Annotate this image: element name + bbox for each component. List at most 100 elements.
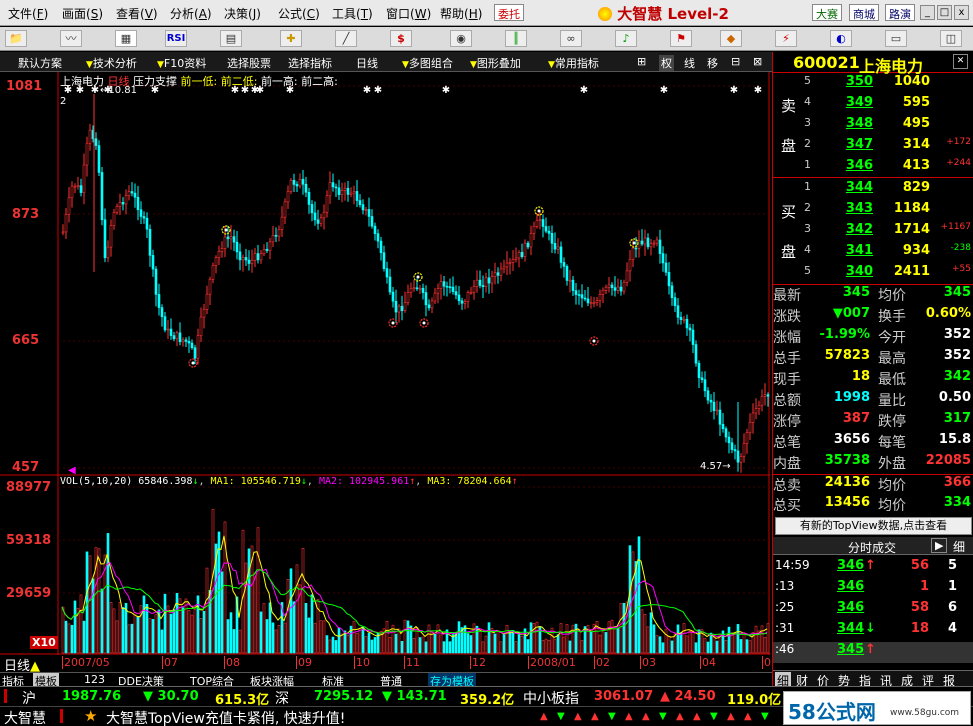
stat-value: 35738 <box>824 453 870 468</box>
contest-button[interactable]: 大赛 <box>812 4 842 21</box>
f10-button[interactable]: ▼F10资料 <box>157 55 206 71</box>
window-icon[interactable]: ◫ <box>940 30 962 47</box>
sh-change: ▼ 30.70 <box>143 689 199 704</box>
kline-icon[interactable]: ▦ <box>115 30 137 47</box>
buy-row[interactable]: 1 344 829 <box>773 180 973 201</box>
menu-view[interactable]: 查看(V) <box>116 5 158 22</box>
menu-formula[interactable]: 公式(C) <box>278 5 320 22</box>
ma3-label: MA3: 78204.664 <box>427 476 512 487</box>
breadth-arrow-icon: ▲ <box>727 711 735 722</box>
y-tick-1081: 1081 <box>6 79 43 94</box>
roadshow-button[interactable]: 路演 <box>885 4 915 21</box>
buy-row[interactable]: 2 343 1184 <box>773 201 973 222</box>
buy-row[interactable]: 4 341 934 -238 <box>773 243 973 264</box>
zx-label[interactable]: 中小板指 <box>523 688 579 708</box>
volume-bar <box>526 639 530 654</box>
panel-icon[interactable]: ⊠ <box>753 55 762 68</box>
globe-icon[interactable]: ◐ <box>830 30 852 47</box>
topview-button[interactable]: 有新的TopView数据,点击查看 <box>775 517 972 535</box>
candle-body <box>472 286 476 293</box>
volume-bar <box>268 602 272 654</box>
mall-button[interactable]: 商城 <box>849 4 879 21</box>
tick-count: 5 <box>947 558 957 573</box>
sz-label[interactable]: 深 <box>275 688 289 708</box>
level: 5 <box>804 264 811 277</box>
multi-chart-button[interactable]: ▼多图组合 <box>402 55 453 71</box>
overlay-button[interactable]: ▼图形叠加 <box>470 55 521 71</box>
tech-analysis-menu[interactable]: ▼技术分析 <box>86 55 137 71</box>
daily-button[interactable]: 日线 <box>356 55 378 71</box>
folder-icon[interactable]: 📁 <box>5 30 27 47</box>
crosshair-icon[interactable]: ✚ <box>280 30 302 47</box>
candle-body <box>496 272 500 276</box>
vol-label: VOL(5,10,20) <box>60 476 133 487</box>
grid-toggle-icon[interactable]: ⊞ <box>637 55 646 68</box>
volume: 1184 <box>893 201 930 216</box>
tick-arrow: ↑ <box>865 558 876 573</box>
sell-row[interactable]: 3 348 495 <box>773 116 973 137</box>
volume-bar <box>502 634 506 654</box>
volume-bar <box>337 627 341 654</box>
breadth-arrow-icon: ▲ <box>540 711 548 722</box>
line-button[interactable]: 线 <box>684 55 695 71</box>
select-stock-button[interactable]: 选择股票 <box>227 55 271 71</box>
alarm-icon[interactable]: ♪ <box>615 30 637 47</box>
tick-count: 4 <box>947 621 957 636</box>
star-marker-icon: ✱ <box>730 85 738 96</box>
layout-icon[interactable]: ⊟ <box>731 55 740 68</box>
entrust-button[interactable]: 委托 <box>494 4 524 21</box>
dollar-icon[interactable]: $ <box>390 30 412 47</box>
sell-row[interactable]: 5 350 1040 <box>773 74 973 95</box>
select-indicator-button[interactable]: 选择指标 <box>288 55 332 71</box>
rights-button[interactable]: 权 <box>659 55 674 71</box>
candle-body <box>598 293 602 301</box>
kline-chart[interactable]: ✱ ✱ ✱ ✱ ✱ ✱ ✱ ✱ ✱ ✱ ✱ ✱ ✱ ✱ ✱ ✱ ✱ 上海电力 日线 压力支撑 前一低: 前二低:… <box>0 72 770 655</box>
marquee-text[interactable]: 大智慧TopView充值卡紧俏, 快速升值! <box>106 708 345 726</box>
tick-detail-button[interactable]: 细 <box>953 538 965 555</box>
candle-body <box>223 236 227 249</box>
signal-icon[interactable]: ◉ <box>450 30 472 47</box>
volume: 314 <box>902 137 930 152</box>
buy-row[interactable]: 3 342 1714 +1167 <box>773 222 973 243</box>
sh-label[interactable]: 沪 <box>22 688 36 708</box>
sell-row[interactable]: 1 346 413 +244 <box>773 158 973 179</box>
close-panel-icon[interactable]: ✕ <box>953 54 968 69</box>
menu-help[interactable]: 帮助(H) <box>440 5 482 22</box>
menu-file[interactable]: 文件(F) <box>8 5 48 22</box>
volume-bar <box>172 609 176 654</box>
sell-row[interactable]: 2 347 314 +172 <box>773 137 973 158</box>
menu-analysis[interactable]: 分析(A) <box>170 5 212 22</box>
bars-icon[interactable]: ║ <box>505 30 527 47</box>
volume-bar <box>739 639 743 654</box>
diamond-icon[interactable]: ◆ <box>720 30 742 47</box>
menu-screen[interactable]: 画面(S) <box>62 5 103 22</box>
common-indicator-button[interactable]: ▼常用指标 <box>548 55 599 71</box>
maximize-icon[interactable]: □ <box>937 5 952 20</box>
minimize-icon[interactable]: _ <box>920 5 935 20</box>
menu-decision[interactable]: 决策(J) <box>224 5 261 22</box>
chart-canvas[interactable]: ✱ ✱ ✱ ✱ ✱ ✱ ✱ ✱✱ ✱ ✱ ✱ ✱ ✱ ✱ ✱ ✱ <box>0 72 770 655</box>
binoculars-icon[interactable]: ∞ <box>560 30 582 47</box>
tab-123[interactable]: 123 <box>84 673 105 686</box>
default-scheme-button[interactable]: 默认方案 <box>18 55 62 71</box>
volume-bar <box>271 622 275 654</box>
buy-row[interactable]: 5 340 2411 +55 <box>773 264 973 285</box>
star-marker-icon: ✱ <box>374 85 382 96</box>
move-button[interactable]: 移 <box>707 55 718 71</box>
minute-chart-icon[interactable]: 〰 <box>60 30 82 47</box>
lightning-icon[interactable]: ⚡ <box>775 30 797 47</box>
card-icon[interactable]: ▭ <box>885 30 907 47</box>
ruler-icon[interactable]: ╱ <box>335 30 357 47</box>
grid-icon[interactable]: ▤ <box>220 30 242 47</box>
candle-body <box>544 226 548 232</box>
close-icon[interactable]: x <box>954 5 969 20</box>
tick-row: :46 345 ↑ <box>773 642 973 663</box>
sell-row[interactable]: 4 349 595 <box>773 95 973 116</box>
rsi-icon[interactable]: RSI <box>165 30 187 47</box>
menu-tools[interactable]: 工具(T) <box>332 5 373 22</box>
flag-icon[interactable]: ⚑ <box>670 30 692 47</box>
menu-window[interactable]: 窗口(W) <box>386 5 431 22</box>
tick-next-icon[interactable]: ▶ <box>931 538 948 553</box>
candle-body <box>397 305 401 313</box>
level: 3 <box>804 222 811 235</box>
